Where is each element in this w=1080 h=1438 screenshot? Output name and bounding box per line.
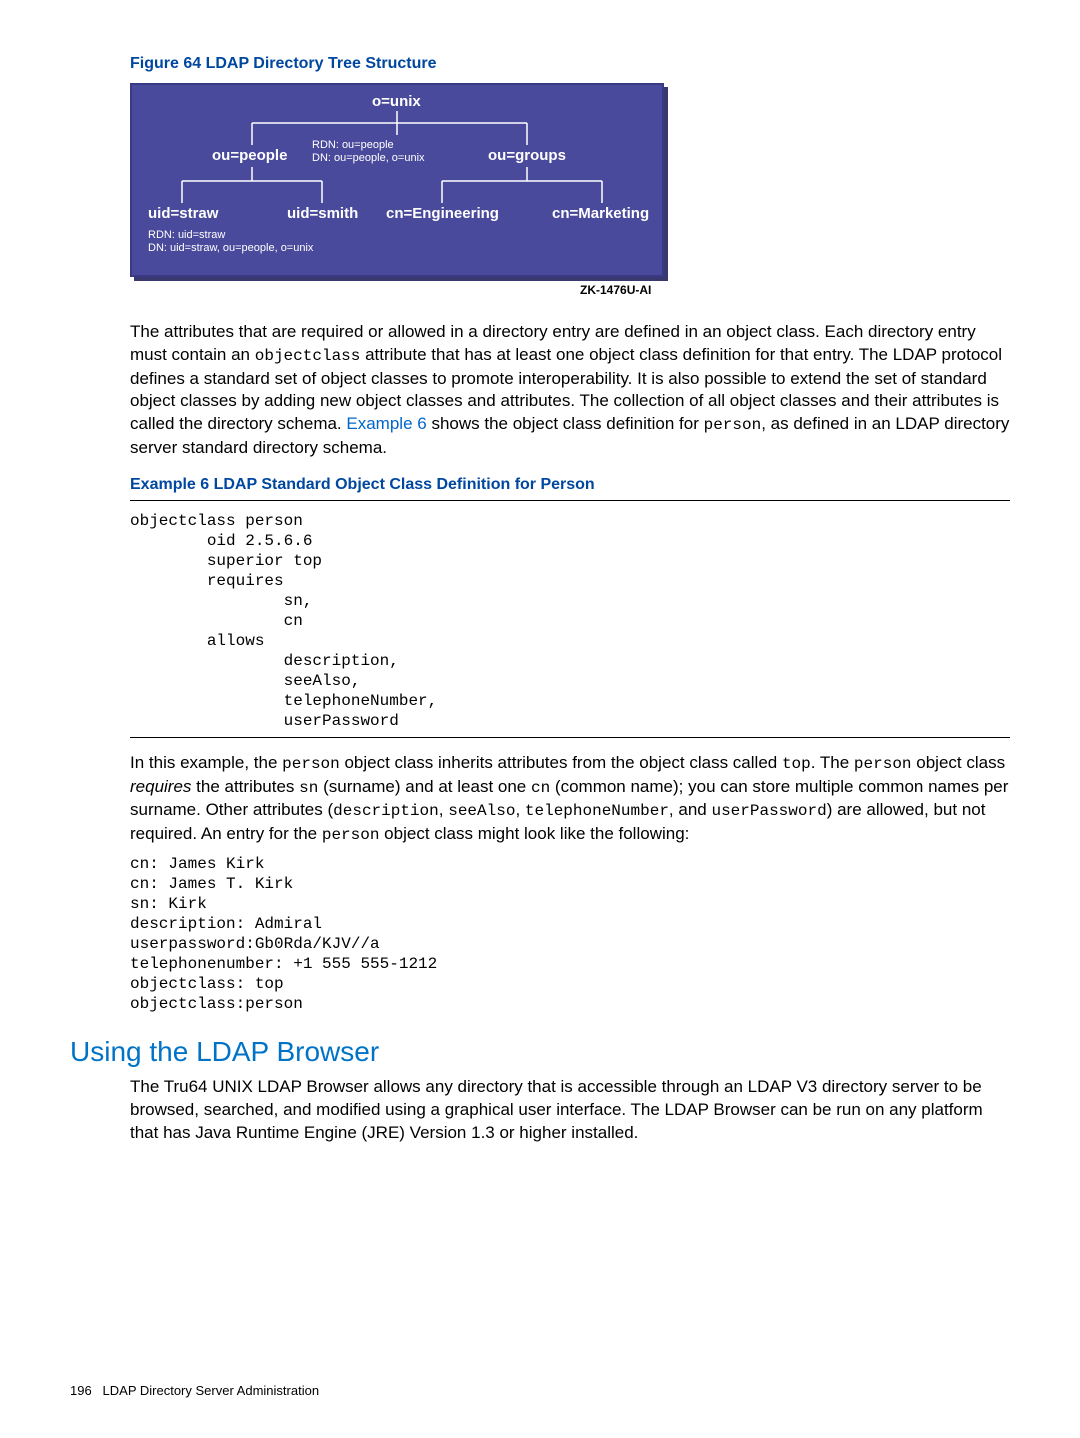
p2-t10: , and xyxy=(669,800,712,819)
section-heading: Using the LDAP Browser xyxy=(70,1036,1010,1068)
tree-groups: ou=groups xyxy=(488,147,566,164)
p2-t9: , xyxy=(515,800,524,819)
tree-straw-dn: DN: uid=straw, ou=people, o=unix xyxy=(148,242,313,255)
page-number: 196 xyxy=(70,1383,92,1398)
example-sep-top xyxy=(130,500,1010,501)
p2-t1: In this example, the xyxy=(130,753,282,772)
tree-straw-rdn: RDN: uid=straw xyxy=(148,229,225,242)
paragraph-2: In this example, the person object class… xyxy=(130,752,1010,846)
p2-c4: sn xyxy=(299,779,318,797)
p2-t8: , xyxy=(439,800,448,819)
paragraph-3: The Tru64 UNIX LDAP Browser allows any d… xyxy=(130,1076,1010,1145)
p2-t12: object class might look like the followi… xyxy=(379,824,689,843)
p2-t5: the attributes xyxy=(191,777,299,796)
p1-code1: objectclass xyxy=(255,347,361,365)
p2-c10: person xyxy=(322,826,380,844)
p2-c8: telephoneNumber xyxy=(525,802,669,820)
tree-people-rdn: RDN: ou=people xyxy=(312,139,394,152)
example-sep-bottom xyxy=(130,737,1010,738)
p2-i1: requires xyxy=(130,777,191,796)
tree-mktg: cn=Marketing xyxy=(552,205,649,222)
tree-eng: cn=Engineering xyxy=(386,205,499,222)
p2-t4: object class xyxy=(912,753,1006,772)
page-footer: 196 LDAP Directory Server Administration xyxy=(70,1383,319,1398)
tree-root: o=unix xyxy=(372,93,421,110)
example-code: objectclass person oid 2.5.6.6 superior … xyxy=(130,511,1010,731)
p1-code2: person xyxy=(704,416,762,434)
entry-code: cn: James Kirk cn: James T. Kirk sn: Kir… xyxy=(130,854,1010,1014)
figure-caption: Figure 64 LDAP Directory Tree Structure xyxy=(130,55,1010,73)
p2-c7: seeAlso xyxy=(448,802,515,820)
paragraph-1: The attributes that are required or allo… xyxy=(130,321,1010,460)
figure-diagram: o=unix ou=people RDN: ou=people DN: ou=p… xyxy=(130,83,1010,277)
p2-c5: cn xyxy=(531,779,550,797)
p2-c2: top xyxy=(782,755,811,773)
footer-title: LDAP Directory Server Administration xyxy=(103,1383,320,1398)
p2-c6: description xyxy=(333,802,439,820)
figure-id: ZK-1476U-AI xyxy=(580,283,1010,297)
p2-c9: userPassword xyxy=(711,802,826,820)
p2-t3: . The xyxy=(811,753,854,772)
tree-people-dn: DN: ou=people, o=unix xyxy=(312,152,425,165)
example-title: Example 6 LDAP Standard Object Class Def… xyxy=(130,476,1010,494)
p2-c1: person xyxy=(282,755,340,773)
p2-t6: (surname) and at least one xyxy=(318,777,531,796)
p1-text-c: shows the object class definition for xyxy=(427,414,704,433)
tree-straw: uid=straw xyxy=(148,205,218,222)
tree-people: ou=people xyxy=(212,147,287,164)
p2-t2: object class inherits attributes from th… xyxy=(340,753,782,772)
example6-link[interactable]: Example 6 xyxy=(346,414,426,433)
tree-smith: uid=smith xyxy=(287,205,358,222)
p2-c3: person xyxy=(854,755,912,773)
